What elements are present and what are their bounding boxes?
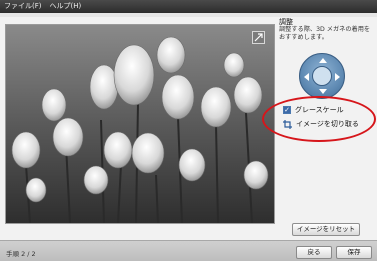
arrow-right-icon[interactable] [335,73,340,81]
save-button[interactable]: 保存 [336,246,372,259]
image-preview[interactable] [5,24,275,224]
checkmark-icon: ✓ [284,105,290,114]
footer-bar: 手順 2 / 2 戻る 保存 [0,240,377,261]
grayscale-option[interactable]: ✓ グレースケール [283,105,344,115]
crop-label: イメージを切り取る [296,120,359,128]
rotate-control-icon[interactable] [299,53,345,99]
rotate-center[interactable] [312,66,332,86]
grayscale-checkbox[interactable]: ✓ [283,106,291,114]
expand-icon[interactable] [252,31,265,44]
arrow-left-icon[interactable] [304,73,309,81]
crop-icon [283,119,292,129]
menu-bar: ファイル(F) ヘルプ(H) [0,0,377,13]
arrow-up-icon[interactable] [319,58,327,63]
grayscale-label: グレースケール [295,106,344,114]
step-indicator: 手順 2 / 2 [6,250,36,258]
menu-help[interactable]: ヘルプ(H) [46,0,86,13]
menu-file[interactable]: ファイル(F) [0,0,46,13]
arrow-down-icon[interactable] [319,89,327,94]
back-button[interactable]: 戻る [296,246,332,259]
crop-option[interactable]: イメージを切り取る [283,119,359,129]
tulip-photo [6,25,274,223]
adjust-description: 調整する際、3D メガネの着用をおすすめします。 [279,26,371,41]
reset-image-button[interactable]: イメージをリセット [292,223,360,236]
menu-separator [0,13,377,17]
